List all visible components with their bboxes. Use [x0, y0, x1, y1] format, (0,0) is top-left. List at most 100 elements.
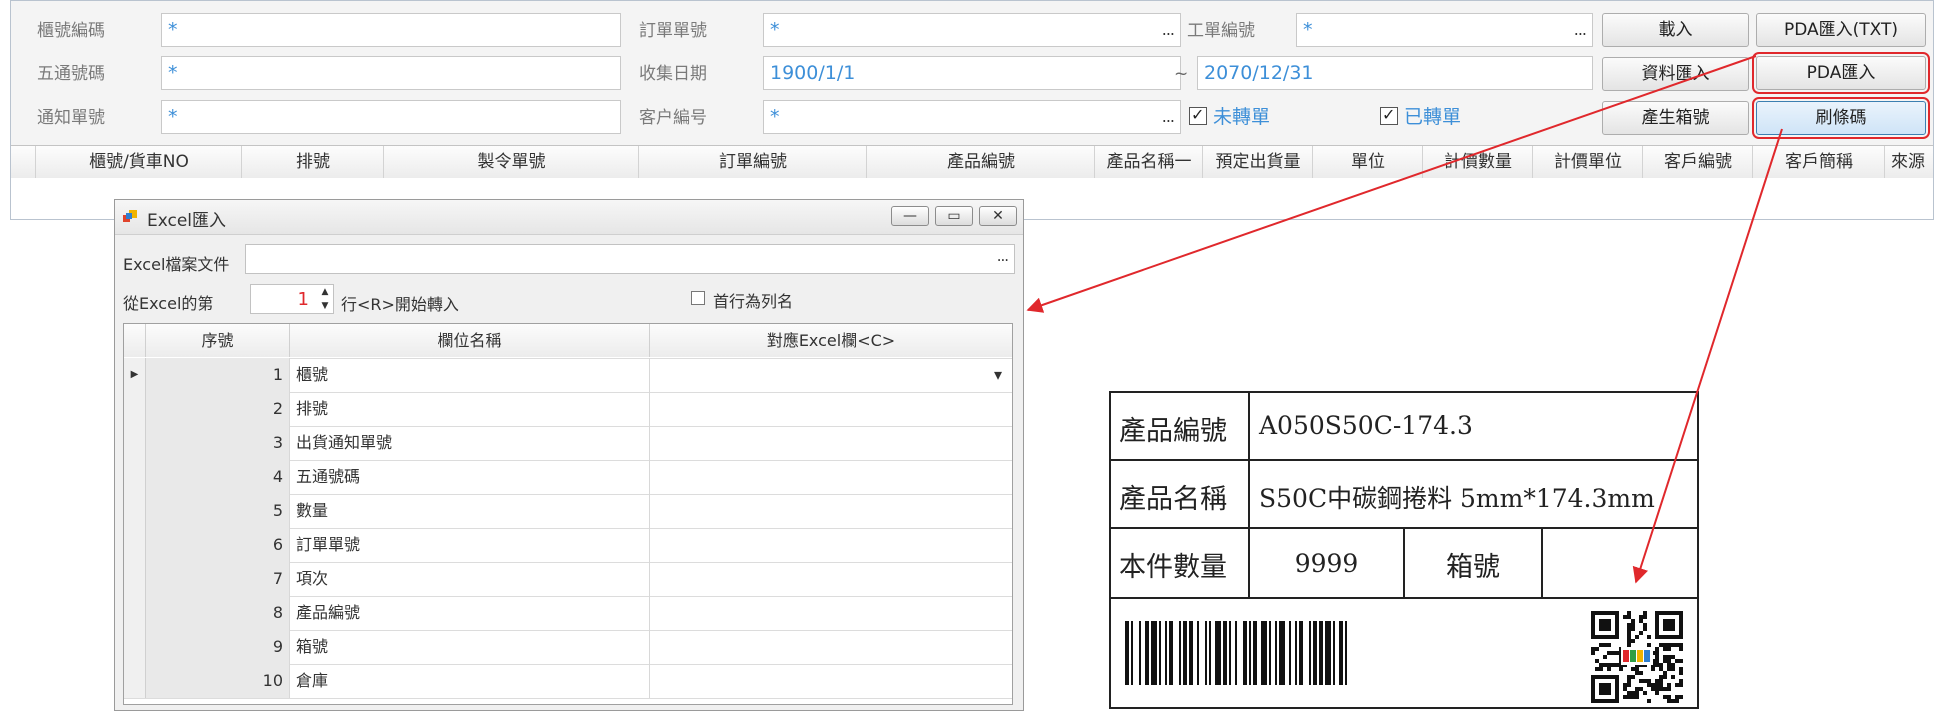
table-row[interactable]: 2 排號: [124, 392, 1012, 427]
grid-col-order-no[interactable]: 訂單編號: [638, 146, 867, 178]
field-name-cell: 項次: [290, 562, 650, 596]
grid-col-price-unit[interactable]: 計價單位: [1532, 146, 1643, 178]
header-row-checkbox[interactable]: [691, 291, 705, 305]
dropdown-arrow-icon[interactable]: ▾: [994, 358, 1002, 392]
data-import-button[interactable]: 資料匯入: [1602, 57, 1749, 91]
grid-col-product-name[interactable]: 產品名稱一: [1094, 146, 1203, 178]
row-header[interactable]: [124, 494, 146, 528]
dialog-title-bar[interactable]: Excel匯入 — ▭ ✕: [115, 200, 1023, 235]
excel-column-cell[interactable]: [650, 392, 1012, 426]
order-no-input[interactable]: * ...: [763, 13, 1181, 47]
browse-file-button[interactable]: ...: [997, 247, 1009, 265]
collect-date-to-input[interactable]: 2070/12/31: [1197, 56, 1593, 90]
row-header[interactable]: [124, 528, 146, 562]
product-name-key: 產品名稱: [1119, 484, 1227, 515]
row-header[interactable]: [124, 630, 146, 664]
cabinet-no-label: 櫃號編碼: [37, 21, 105, 41]
notice-no-input[interactable]: *: [161, 100, 621, 134]
seq-cell: 6: [146, 528, 290, 562]
seq-cell: 4: [146, 460, 290, 494]
current-row-indicator-icon[interactable]: ▶: [124, 358, 146, 392]
excel-column-cell[interactable]: [650, 664, 1012, 698]
generate-box-no-button[interactable]: 產生箱號: [1602, 101, 1749, 135]
excel-column-cell[interactable]: ▾: [650, 358, 1012, 392]
excel-file-input[interactable]: ...: [245, 244, 1015, 274]
cabinet-no-input[interactable]: *: [161, 13, 621, 47]
excel-column-cell[interactable]: [650, 426, 1012, 460]
five-code-input[interactable]: *: [161, 56, 621, 90]
label-divider: [1111, 459, 1697, 461]
grid-col-product-code[interactable]: 產品編號: [866, 146, 1095, 178]
seq-cell: 9: [146, 630, 290, 664]
converted-label: 已轉單: [1404, 106, 1462, 128]
maximize-icon[interactable]: ▭: [935, 206, 973, 226]
start-row-spinner[interactable]: 1 ▲ ▼: [250, 284, 334, 314]
col-excel-col-header[interactable]: 對應Excel欄<C>: [650, 324, 1012, 357]
excel-column-cell[interactable]: [650, 494, 1012, 528]
date-range-separator: ~: [1174, 64, 1189, 84]
collect-date-label: 收集日期: [639, 64, 707, 84]
table-row[interactable]: 10 倉庫: [124, 664, 1012, 699]
grid-col-price-qty[interactable]: 計價數量: [1422, 146, 1533, 178]
table-row[interactable]: 4 五通號碼: [124, 460, 1012, 495]
pda-txt-import-button[interactable]: PDA匯入(TXT): [1756, 13, 1926, 47]
close-icon[interactable]: ✕: [979, 206, 1017, 226]
table-row[interactable]: 6 訂單單號: [124, 528, 1012, 563]
grid-col-row-no[interactable]: 排號: [241, 146, 384, 178]
print-barcode-button[interactable]: 刷條碼: [1752, 97, 1930, 139]
col-seq-header[interactable]: 序號: [146, 324, 290, 357]
converted-checkbox[interactable]: 已轉單: [1380, 103, 1462, 129]
field-name-cell: 數量: [290, 494, 650, 528]
excel-column-cell[interactable]: [650, 460, 1012, 494]
customer-no-ellipsis-button[interactable]: ...: [1162, 101, 1175, 133]
product-code-value: A050S50C-174.3: [1259, 411, 1473, 440]
order-no-value: *: [770, 19, 780, 41]
excel-file-label: Excel檔案文件: [123, 255, 230, 274]
excel-column-cell[interactable]: [650, 528, 1012, 562]
grid-col-mo-no[interactable]: 製令單號: [383, 146, 639, 178]
mapping-table: 序號 欄位名稱 對應Excel欄<C> ▶ 1 櫃號 ▾ 2 排號 3 出貨通知單號 4 五通號碼…: [123, 323, 1013, 705]
spin-updown-icon[interactable]: ▲ ▼: [317, 285, 333, 313]
pda-import-button[interactable]: PDA匯入: [1752, 52, 1930, 94]
table-row[interactable]: 9 箱號: [124, 630, 1012, 665]
load-button[interactable]: 載入: [1602, 13, 1749, 47]
row-header[interactable]: [124, 392, 146, 426]
checkbox-checked-icon: [1380, 103, 1398, 127]
row-header[interactable]: [124, 562, 146, 596]
start-row-prefix: 從Excel的第: [123, 294, 214, 313]
row-header[interactable]: [124, 426, 146, 460]
grid-col-cabinet[interactable]: 櫃號/貨車NO: [35, 146, 242, 178]
excel-column-cell[interactable]: [650, 630, 1012, 664]
excel-column-cell[interactable]: [650, 562, 1012, 596]
row-header[interactable]: [124, 664, 146, 698]
customer-no-input[interactable]: * ...: [763, 100, 1181, 134]
work-order-input[interactable]: * ...: [1296, 13, 1593, 47]
excel-column-cell[interactable]: [650, 596, 1012, 630]
minimize-icon[interactable]: —: [891, 206, 929, 226]
customer-no-value: *: [770, 106, 780, 128]
query-panel: 櫃號編碼 * 訂單單號 * ... 工單編號 * ... 載入 PDA匯入(TX…: [10, 0, 1934, 220]
collect-date-from-input[interactable]: 1900/1/1: [763, 56, 1181, 90]
col-field-name-header[interactable]: 欄位名稱: [290, 324, 650, 357]
row-header[interactable]: [124, 460, 146, 494]
row-header[interactable]: [124, 596, 146, 630]
box-no-key: 箱號: [1446, 552, 1500, 583]
work-order-ellipsis-button[interactable]: ...: [1574, 14, 1587, 46]
table-row[interactable]: 8 產品編號: [124, 596, 1012, 631]
header-row-label: 首行為列名: [713, 292, 794, 311]
grid-row-header-corner: [11, 146, 35, 178]
table-row[interactable]: 3 出貨通知單號: [124, 426, 1012, 461]
order-no-ellipsis-button[interactable]: ...: [1162, 14, 1175, 46]
grid-col-unit[interactable]: 單位: [1312, 146, 1423, 178]
unconverted-label: 未轉單: [1213, 106, 1271, 128]
field-name-cell: 五通號碼: [290, 460, 650, 494]
grid-col-planned-qty[interactable]: 預定出貨量: [1202, 146, 1313, 178]
grid-col-customer-short[interactable]: 客戶簡稱: [1752, 146, 1885, 178]
table-row[interactable]: 5 數量: [124, 494, 1012, 529]
product-code-key: 產品編號: [1119, 416, 1227, 447]
unconverted-checkbox[interactable]: 未轉單: [1189, 103, 1271, 129]
grid-col-customer-no[interactable]: 客戶編號: [1642, 146, 1753, 178]
table-row[interactable]: ▶ 1 櫃號 ▾: [124, 358, 1012, 393]
grid-col-source[interactable]: 來源: [1884, 146, 1940, 178]
table-row[interactable]: 7 項次: [124, 562, 1012, 597]
